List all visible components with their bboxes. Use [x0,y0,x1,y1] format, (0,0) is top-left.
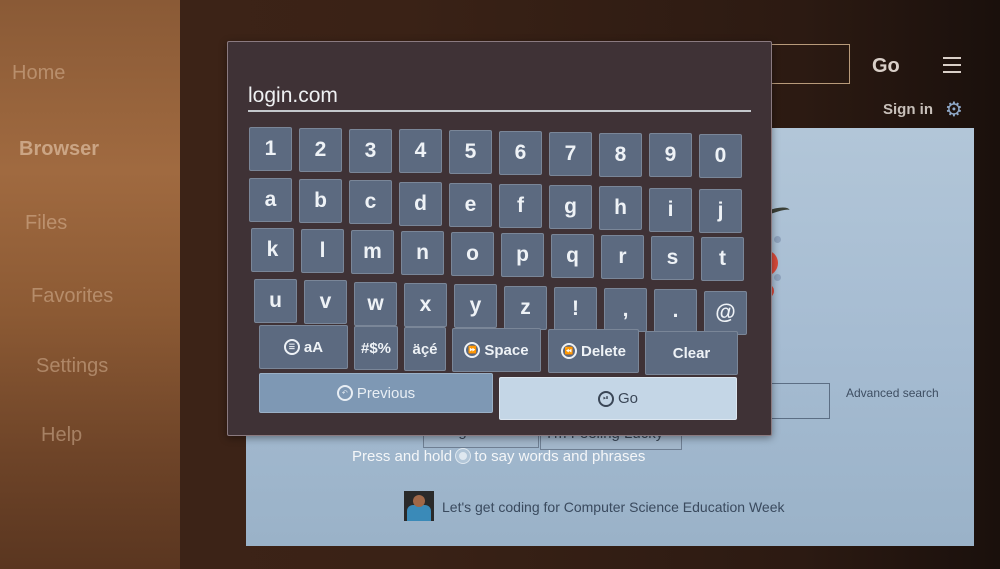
clear-key[interactable]: Clear [645,331,738,375]
key-char[interactable]: ! [554,286,597,331]
onscreen-keyboard: login.com 1234567890 abcdefghij klmnopqrst… [227,41,772,436]
key-digit[interactable]: 8 [599,132,642,177]
key-digit[interactable]: 7 [549,131,592,176]
sidebar-item-home[interactable]: Home [12,62,65,85]
key-char[interactable]: a [249,178,292,222]
doodle-dot [774,236,781,243]
key-digit[interactable]: 5 [449,130,492,175]
keyboard-text-input[interactable]: login.com [248,82,751,112]
voice-button-icon [456,449,471,463]
key-char[interactable]: g [549,185,592,230]
key-char[interactable]: m [351,230,394,274]
key-char[interactable]: l [301,229,344,273]
key-char[interactable]: i [649,187,692,232]
case-toggle-label: aA [303,338,324,356]
sidebar-item-browser[interactable]: Browser [19,138,99,161]
hamburger-menu-icon[interactable] [943,57,961,73]
key-digit[interactable]: 4 [399,129,442,174]
advanced-search-link[interactable]: Advanced search [846,386,939,400]
key-char[interactable]: o [451,232,494,276]
key-char[interactable]: r [601,235,644,279]
go-button[interactable]: ⏯ Go [499,377,737,420]
url-input[interactable] [770,44,850,84]
key-char[interactable]: t [701,237,744,281]
voice-hint-prefix: Press and hold [352,448,453,465]
sign-in-link[interactable]: Sign in [883,101,933,118]
play-pause-icon: ⏯ [597,390,614,407]
key-char[interactable]: j [699,188,742,233]
key-char[interactable]: @ [704,290,747,335]
key-digit[interactable]: 1 [249,127,292,171]
voice-hint: Press and hold to say words and phrases [352,448,645,465]
rewind-icon: ⏪ [560,343,577,359]
previous-label: Previous [356,384,416,402]
key-char[interactable]: b [299,179,342,224]
sidebar-item-files[interactable]: Files [25,212,67,235]
key-digit[interactable]: 3 [349,128,392,173]
key-char[interactable]: q [551,234,594,278]
doodle-promo-link[interactable]: Let's get coding for Computer Science Ed… [442,499,785,515]
space-label: Space [484,341,529,359]
key-char[interactable]: w [354,281,397,326]
gear-icon[interactable]: ⚙ [945,99,965,119]
key-char[interactable]: c [349,180,392,225]
key-char[interactable]: x [404,282,447,327]
previous-button[interactable]: ↶ Previous [259,373,493,413]
back-button-icon: ↶ [336,385,353,401]
menu-button-icon: ☰ [283,339,300,355]
key-char[interactable]: p [501,233,544,277]
top-go-button[interactable]: Go [872,55,900,78]
key-digit[interactable]: 9 [649,133,692,178]
key-char[interactable]: , [604,288,647,333]
fast-forward-icon: ⏩ [464,342,481,358]
key-char[interactable]: . [654,289,697,334]
voice-hint-suffix: to say words and phrases [474,448,646,465]
key-char[interactable]: u [254,279,297,323]
key-char[interactable]: y [454,284,497,329]
symbols-key[interactable]: #$% [354,326,398,370]
delete-label: Delete [580,342,627,360]
accents-key[interactable]: äçé [404,327,446,371]
doodle-thumbnail-icon[interactable] [404,491,434,521]
key-digit[interactable]: 6 [499,131,542,175]
key-digit[interactable]: 0 [699,134,742,179]
go-label: Go [617,390,638,407]
doodle-dot [774,274,781,281]
sidebar-item-settings[interactable]: Settings [36,355,108,378]
key-char[interactable]: n [401,231,444,275]
space-key[interactable]: ⏩ Space [452,328,541,372]
key-char[interactable]: z [504,285,547,330]
key-char[interactable]: s [651,236,694,280]
key-char[interactable]: k [251,228,294,272]
key-char[interactable]: h [599,186,642,231]
key-char[interactable]: d [399,181,442,226]
key-char[interactable]: e [449,182,492,227]
key-char[interactable]: v [304,280,347,325]
key-digit[interactable]: 2 [299,127,342,172]
sidebar: Home Browser Files Favorites Settings He… [0,0,180,569]
sidebar-item-help[interactable]: Help [41,424,82,447]
key-char[interactable]: f [499,184,542,228]
sidebar-item-favorites[interactable]: Favorites [31,285,113,308]
case-toggle-key[interactable]: ☰ aA [259,325,348,369]
delete-key[interactable]: ⏪ Delete [548,329,639,373]
